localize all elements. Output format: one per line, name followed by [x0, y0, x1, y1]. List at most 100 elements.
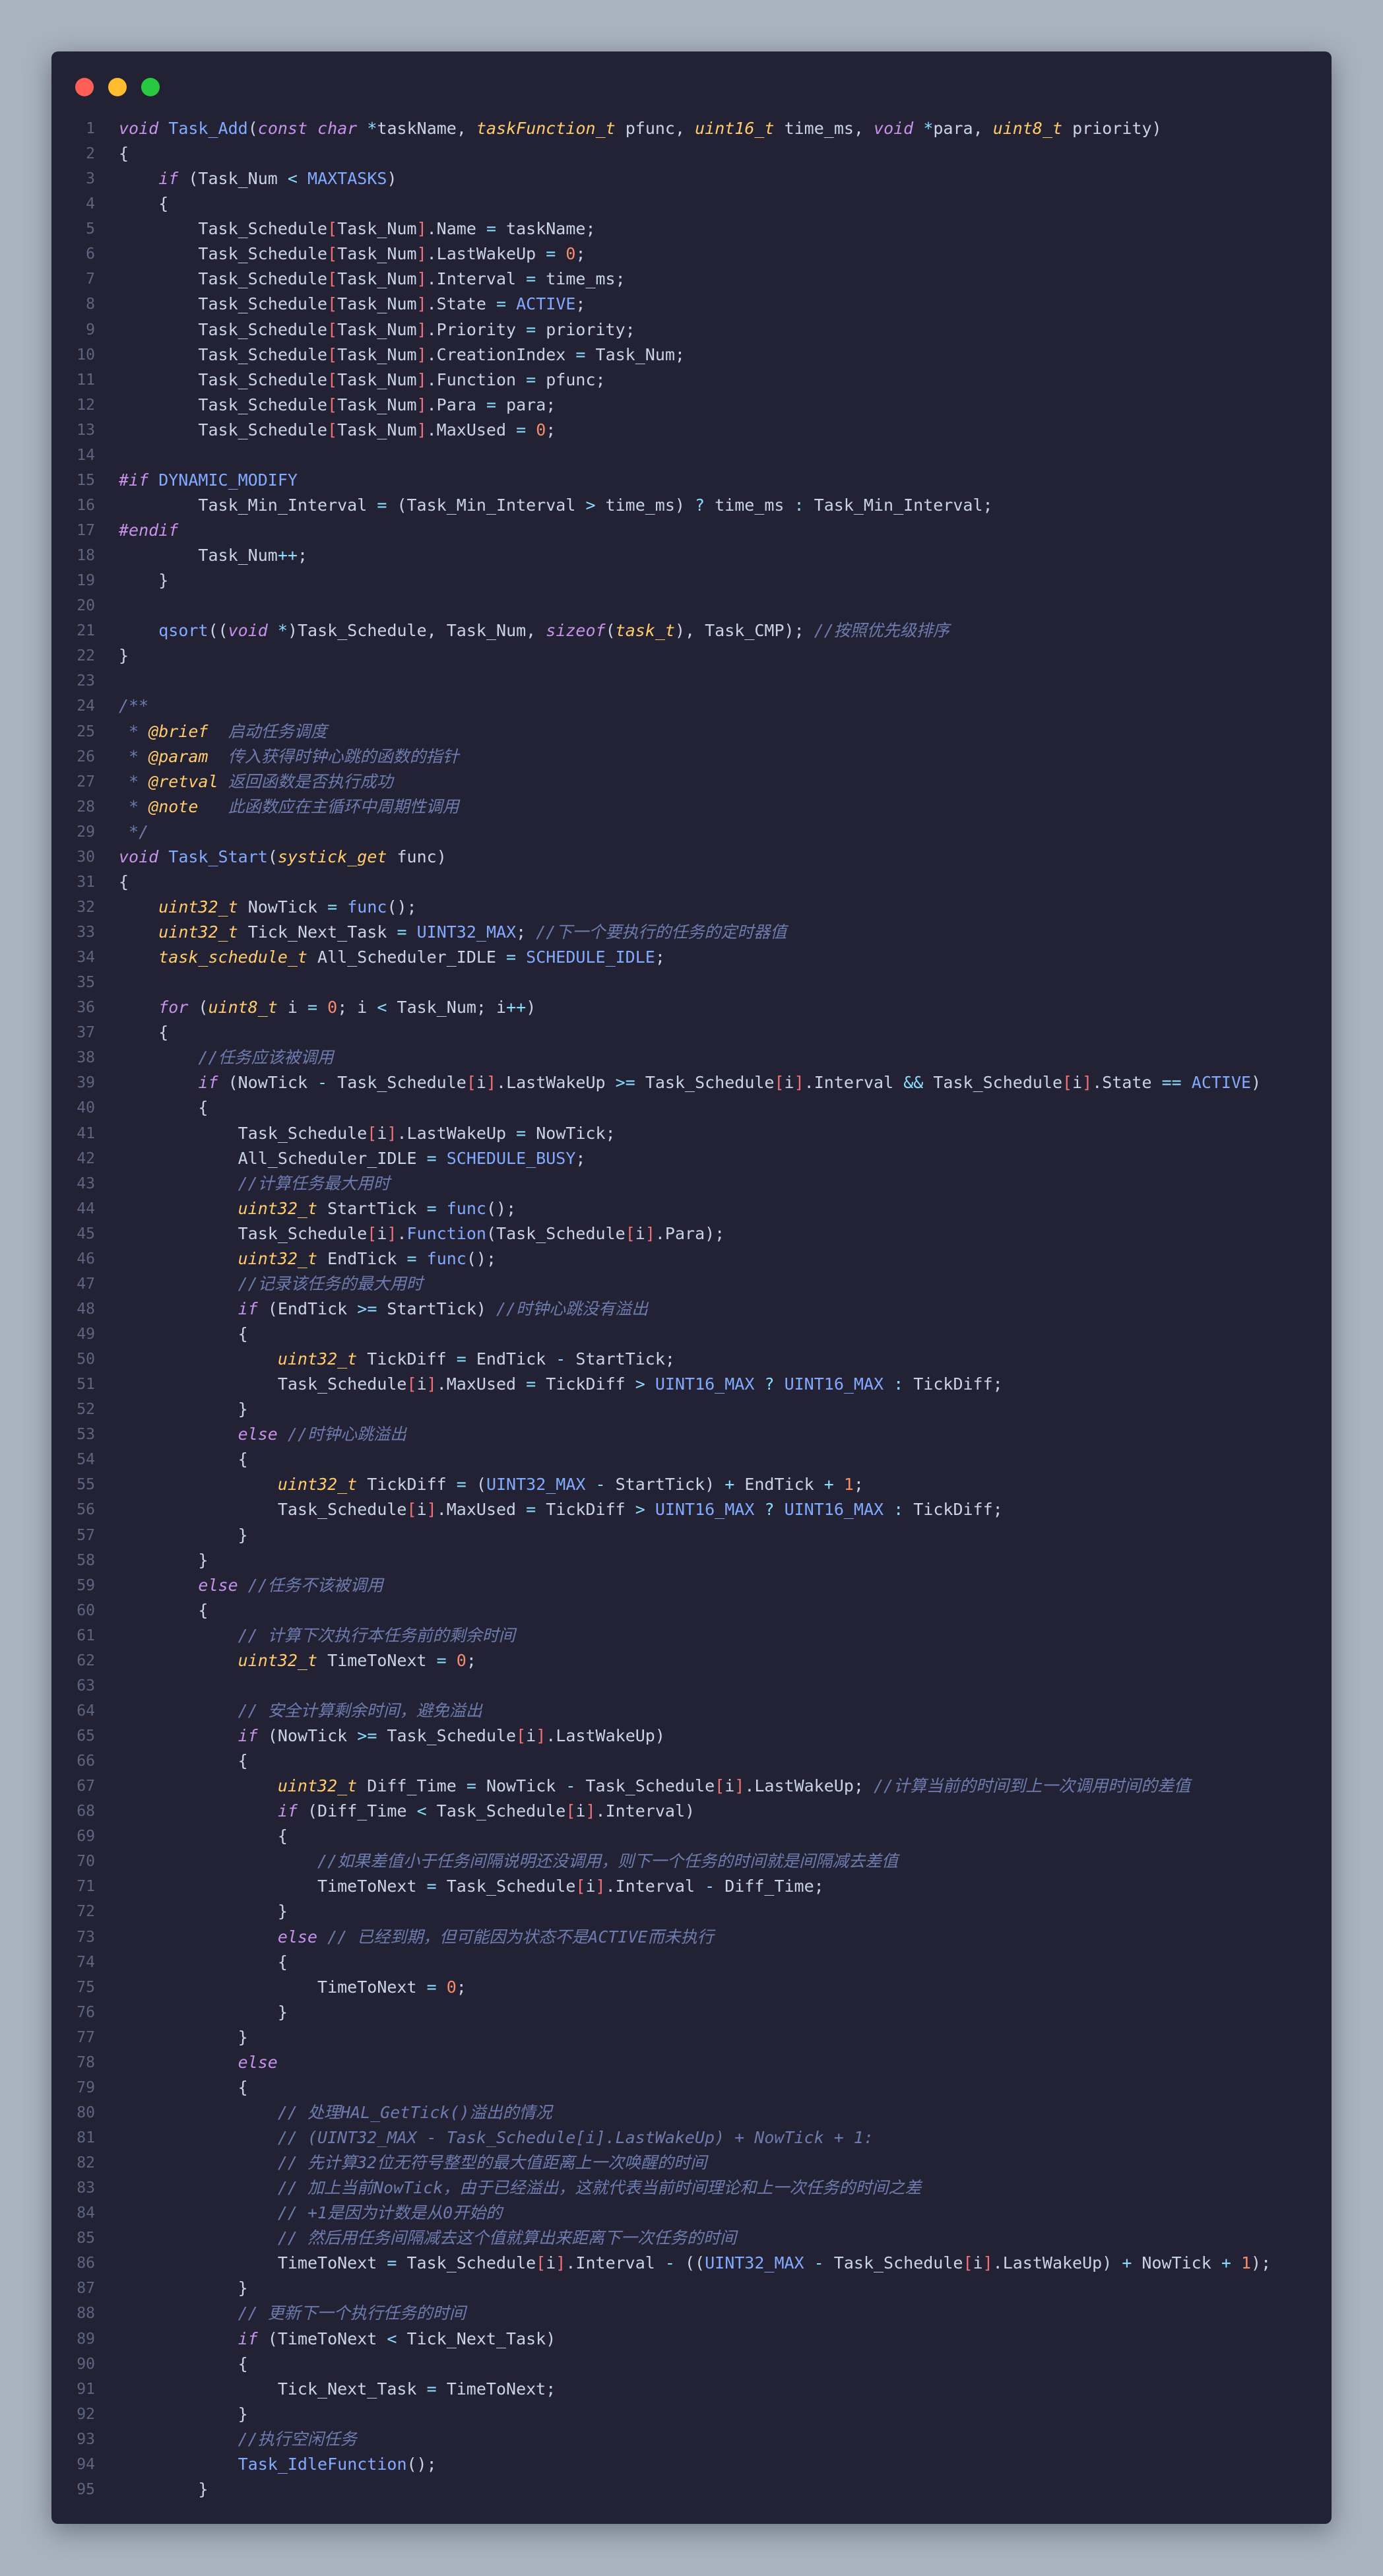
code-text[interactable]: {	[119, 1749, 248, 1774]
code-text[interactable]: */	[119, 820, 148, 845]
code-text[interactable]: {	[119, 1322, 248, 1347]
code-text[interactable]: //如果差值小于任务间隔说明还没调用，则下一个任务的时间就是间隔减去差值	[119, 1849, 898, 1874]
code-text[interactable]: TimeToNext = Task_Schedule[i].Interval -…	[119, 1874, 824, 1899]
code-editor: 1 void Task_Add(const char *taskName, tas…	[51, 116, 1332, 2502]
code-text[interactable]: if (NowTick - Task_Schedule[i].LastWakeU…	[119, 1070, 1261, 1095]
code-text[interactable]: Task_Schedule[Task_Num].State = ACTIVE;	[119, 292, 585, 317]
close-window-button[interactable]	[75, 78, 94, 96]
code-line: 28 * @note 此函数应在主循环中周期性调用	[51, 794, 1332, 820]
code-text[interactable]: }	[119, 643, 129, 668]
code-text[interactable]: uint32_t Tick_Next_Task = UINT32_MAX; //…	[119, 920, 787, 945]
code-text[interactable]: {	[119, 1598, 208, 1623]
code-text[interactable]: uint32_t NowTick = func();	[119, 895, 416, 920]
code-text[interactable]: //计算任务最大用时	[119, 1171, 390, 1196]
code-text[interactable]: //任务应该被调用	[119, 1045, 333, 1070]
code-text[interactable]: // 然后用任务间隔减去这个值就算出来距离下一次任务的时间	[119, 2226, 736, 2251]
code-text[interactable]: }	[119, 1397, 248, 1422]
code-text[interactable]: Task_Schedule[Task_Num].MaxUsed = 0;	[119, 418, 556, 443]
code-text[interactable]: TimeToNext = Task_Schedule[i].Interval -…	[119, 2251, 1271, 2276]
code-text[interactable]: if (Task_Num < MAXTASKS)	[119, 166, 397, 191]
code-text[interactable]: // (UINT32_MAX - Task_Schedule[i].LastWa…	[119, 2125, 874, 2150]
code-text[interactable]: void Task_Start(systick_get func)	[119, 845, 447, 870]
code-text[interactable]: {	[119, 141, 129, 166]
code-text[interactable]: {	[119, 870, 129, 895]
code-text[interactable]: Task_Schedule[i].LastWakeUp = NowTick;	[119, 1121, 616, 1146]
code-text[interactable]: void Task_Add(const char *taskName, task…	[119, 116, 1162, 141]
code-text[interactable]: Task_Schedule[i].Function(Task_Schedule[…	[119, 1221, 725, 1246]
code-text[interactable]: Task_Schedule[i].MaxUsed = TickDiff > UI…	[119, 1497, 1003, 1522]
code-text[interactable]: * @retval 返回函数是否执行成功	[119, 769, 393, 794]
code-text[interactable]: /**	[119, 693, 148, 719]
line-number: 12	[77, 396, 95, 414]
code-text[interactable]: Task_Num++;	[119, 543, 307, 568]
code-text[interactable]: qsort((void *)Task_Schedule, Task_Num, s…	[119, 618, 949, 643]
code-text[interactable]: {	[119, 1447, 248, 1472]
code-text[interactable]: Task_Schedule[Task_Num].Name = taskName;	[119, 216, 595, 242]
code-text[interactable]: Task_Schedule[Task_Num].Interval = time_…	[119, 267, 625, 292]
code-text[interactable]: // 更新下一个执行任务的时间	[119, 2301, 466, 2326]
code-text[interactable]: Task_Schedule[i].MaxUsed = TickDiff > UI…	[119, 1372, 1003, 1397]
code-text[interactable]: }	[119, 2402, 248, 2427]
code-text[interactable]: }	[119, 2477, 208, 2502]
code-text[interactable]: uint32_t StartTick = func();	[119, 1196, 517, 1221]
code-text[interactable]: * @param 传入获得时钟心跳的函数的指针	[119, 744, 459, 769]
code-text[interactable]: }	[119, 1899, 288, 1924]
code-text[interactable]: //执行空闲任务	[119, 2427, 357, 2452]
line-number: 15	[77, 471, 95, 489]
code-text[interactable]: // 加上当前NowTick，由于已经溢出，这就代表当前时间理论和上一次任务的时…	[119, 2175, 922, 2201]
code-text[interactable]: uint32_t EndTick = func();	[119, 1246, 496, 1272]
code-text[interactable]: {	[119, 2075, 248, 2100]
code-text[interactable]: else // 已经到期，但可能因为状态不是ACTIVE而未执行	[119, 1925, 714, 1950]
code-text[interactable]: uint32_t TickDiff = (UINT32_MAX - StartT…	[119, 1472, 864, 1497]
maximize-window-button[interactable]	[141, 78, 160, 96]
code-text[interactable]: {	[119, 1824, 288, 1849]
code-text[interactable]: {	[119, 191, 168, 216]
code-text[interactable]: #if DYNAMIC_MODIFY	[119, 468, 298, 493]
code-text[interactable]: Task_Schedule[Task_Num].CreationIndex = …	[119, 342, 685, 368]
code-text[interactable]: All_Scheduler_IDLE = SCHEDULE_BUSY;	[119, 1146, 586, 1171]
line-number: 1	[86, 120, 95, 137]
code-text[interactable]: if (TimeToNext < Tick_Next_Task)	[119, 2327, 556, 2352]
code-text[interactable]: uint32_t TickDiff = EndTick - StartTick;	[119, 1347, 675, 1372]
code-text[interactable]: // 安全计算剩余时间，避免溢出	[119, 1698, 482, 1723]
code-text[interactable]: //记录该任务的最大用时	[119, 1272, 423, 1297]
code-text[interactable]: Task_Schedule[Task_Num].LastWakeUp = 0;	[119, 242, 585, 267]
code-text[interactable]: }	[119, 2025, 248, 2050]
minimize-window-button[interactable]	[108, 78, 127, 96]
code-text[interactable]: // 先计算32位无符号整型的最大值距离上一次唤醒的时间	[119, 2150, 707, 2175]
code-text[interactable]: Task_Schedule[Task_Num].Para = para;	[119, 393, 556, 418]
code-text[interactable]: else //时钟心跳溢出	[119, 1422, 406, 1447]
code-text[interactable]: task_schedule_t All_Scheduler_IDLE = SCH…	[119, 945, 665, 970]
code-text[interactable]: }	[119, 2276, 248, 2301]
code-text[interactable]: uint32_t TimeToNext = 0;	[119, 1648, 476, 1673]
code-text[interactable]: #endif	[119, 518, 178, 543]
code-text[interactable]: }	[119, 1548, 208, 1573]
code-text[interactable]: }	[119, 2000, 288, 2025]
code-text[interactable]: Task_Schedule[Task_Num].Priority = prior…	[119, 317, 635, 342]
code-text[interactable]: }	[119, 1523, 248, 1548]
code-text[interactable]: {	[119, 2352, 248, 2377]
code-text[interactable]: if (NowTick >= Task_Schedule[i].LastWake…	[119, 1723, 665, 1749]
code-text[interactable]: {	[119, 1095, 208, 1120]
code-text[interactable]: uint32_t Diff_Time = NowTick - Task_Sche…	[119, 1774, 1190, 1799]
code-text[interactable]: Task_IdleFunction();	[119, 2452, 437, 2477]
code-text[interactable]: else //任务不该被调用	[119, 1573, 383, 1598]
code-text[interactable]: // 计算下次执行本任务前的剩余时间	[119, 1623, 515, 1648]
code-text[interactable]: if (EndTick >= StartTick) //时钟心跳没有溢出	[119, 1297, 648, 1322]
code-text[interactable]: for (uint8_t i = 0; i < Task_Num; i++)	[119, 995, 536, 1020]
code-text[interactable]: * @note 此函数应在主循环中周期性调用	[119, 794, 459, 820]
code-line: 80 // 处理HAL_GetTick()溢出的情况	[51, 2100, 1332, 2125]
code-text[interactable]: }	[119, 568, 168, 593]
code-text[interactable]: {	[119, 1950, 288, 1975]
code-text[interactable]: {	[119, 1020, 168, 1045]
code-text[interactable]: TimeToNext = 0;	[119, 1975, 466, 2000]
code-text[interactable]: Task_Schedule[Task_Num].Function = pfunc…	[119, 368, 605, 393]
code-line: 41 Task_Schedule[i].LastWakeUp = NowTick…	[51, 1121, 1332, 1146]
code-text[interactable]: // 处理HAL_GetTick()溢出的情况	[119, 2100, 552, 2125]
code-text[interactable]: * @brief 启动任务调度	[119, 719, 327, 744]
code-text[interactable]: else	[119, 2050, 278, 2075]
code-text[interactable]: Tick_Next_Task = TimeToNext;	[119, 2377, 556, 2402]
code-text[interactable]: // +1是因为计数是从0开始的	[119, 2201, 502, 2226]
code-text[interactable]: Task_Min_Interval = (Task_Min_Interval >…	[119, 493, 992, 518]
code-text[interactable]: if (Diff_Time < Task_Schedule[i].Interva…	[119, 1799, 695, 1824]
